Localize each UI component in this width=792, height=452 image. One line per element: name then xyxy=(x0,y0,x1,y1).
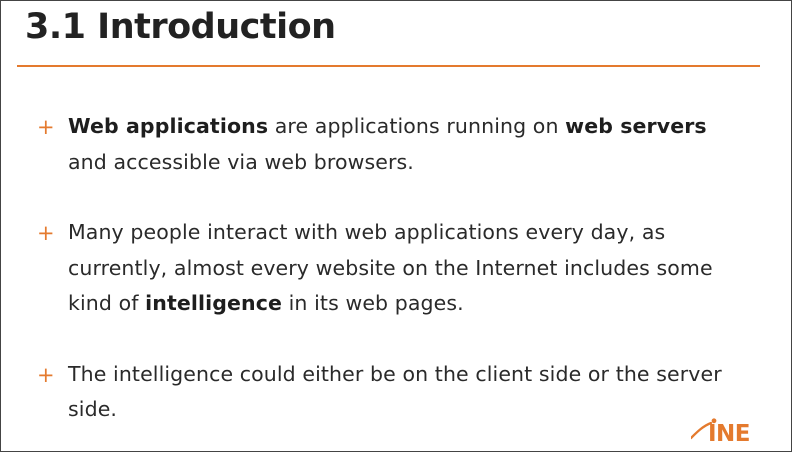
plus-icon: + xyxy=(37,362,55,387)
ine-logo-icon: INE xyxy=(691,418,751,444)
bullet-text: The intelligence could either be on the … xyxy=(68,357,737,428)
slide-title: 3.1 Introduction xyxy=(25,7,336,47)
bold-term: intelligence xyxy=(145,291,283,315)
bold-term: Web applications xyxy=(68,114,269,138)
bullet-item: + Many people interact with web applicat… xyxy=(37,215,737,322)
bold-term: web servers xyxy=(565,114,707,138)
bullet-text-segment: in its web pages. xyxy=(282,291,464,315)
bullet-text-segment: The intelligence could either be on the … xyxy=(68,361,722,422)
bullet-list: + Web applications are applications runn… xyxy=(37,109,737,451)
logo-text: INE xyxy=(708,421,750,444)
bullet-text: Many people interact with web applicatio… xyxy=(68,215,737,322)
plus-icon: + xyxy=(37,115,55,139)
bullet-text-segment: and accessible via web browsers. xyxy=(68,149,414,174)
title-divider xyxy=(17,65,760,67)
bullet-item: + The intelligence could either be on th… xyxy=(37,357,737,428)
bullet-text: Web applications are applications runnin… xyxy=(68,109,737,180)
plus-icon: + xyxy=(37,221,55,245)
bullet-item: + Web applications are applications runn… xyxy=(37,109,737,180)
slide: 3.1 Introduction + Web applications are … xyxy=(0,0,792,452)
bullet-text-segment: are applications running on xyxy=(268,114,566,138)
